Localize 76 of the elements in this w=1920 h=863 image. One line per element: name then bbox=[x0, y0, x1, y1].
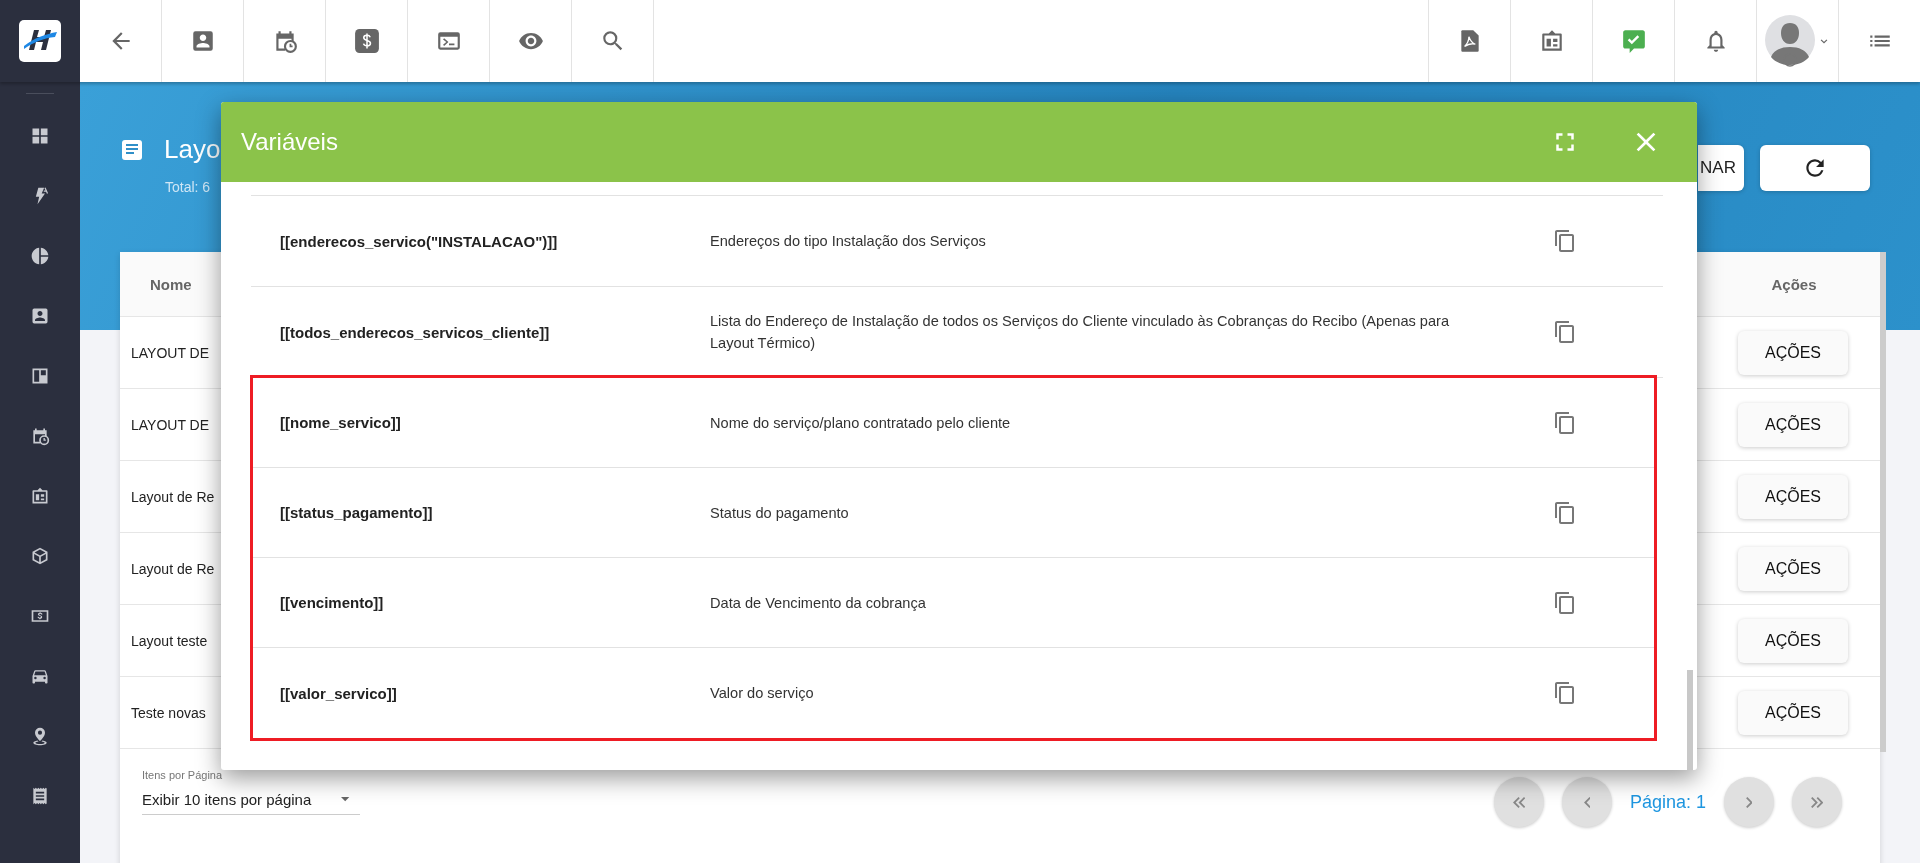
variable-description: Status do pagamento bbox=[710, 503, 850, 523]
scrollbar-thumb[interactable] bbox=[1880, 252, 1886, 752]
actions-button[interactable]: AÇÕES bbox=[1738, 474, 1848, 519]
finance-button[interactable] bbox=[326, 0, 408, 82]
board-icon bbox=[30, 366, 50, 386]
building-button[interactable] bbox=[1510, 0, 1592, 82]
table-cell-text: Layout de Re bbox=[130, 560, 215, 577]
messages-button[interactable] bbox=[1592, 0, 1674, 82]
chevron-left-icon bbox=[1583, 796, 1591, 808]
map-pin-icon bbox=[30, 726, 50, 746]
header-button[interactable]: NAR bbox=[1698, 145, 1744, 191]
double-chevron-right-icon bbox=[1810, 796, 1824, 808]
variable-name: [[todos_enderecos_servicos_cliente]] bbox=[279, 323, 551, 341]
copy-icon bbox=[1553, 410, 1577, 435]
terminal-button[interactable] bbox=[408, 0, 490, 82]
table-cell-text: Teste novas bbox=[130, 704, 206, 721]
pdf-button[interactable] bbox=[1428, 0, 1510, 82]
copy-button[interactable] bbox=[1553, 681, 1577, 705]
copy-icon bbox=[1553, 320, 1577, 344]
receipt-icon bbox=[30, 786, 50, 806]
double-chevron-left-icon bbox=[1512, 796, 1526, 808]
copy-button[interactable] bbox=[1553, 500, 1577, 525]
contact-card-icon bbox=[30, 306, 50, 326]
document-icon bbox=[120, 137, 144, 162]
copy-icon bbox=[1553, 681, 1577, 705]
copy-button[interactable] bbox=[1553, 229, 1577, 253]
copy-icon bbox=[1553, 229, 1577, 253]
table-cell-text: LAYOUT DE bbox=[130, 416, 210, 433]
column-header: Ações bbox=[1770, 275, 1818, 293]
dropdown-arrow-icon bbox=[341, 797, 350, 802]
variable-name: [[vencimento]] bbox=[279, 594, 385, 611]
copy-button[interactable] bbox=[1553, 320, 1577, 344]
calendar-clock-icon bbox=[30, 426, 50, 446]
contacts-button[interactable] bbox=[162, 0, 244, 82]
page-title: Layo bbox=[164, 134, 221, 165]
user-menu-button[interactable] bbox=[1756, 0, 1838, 82]
table-cell-text: Layout de Re bbox=[130, 488, 215, 505]
variable-name: [[enderecos_servico("INSTALACAO")]] bbox=[279, 232, 559, 250]
chevron-right-icon bbox=[1745, 796, 1753, 808]
chat-check-icon bbox=[1620, 28, 1647, 54]
actions-button[interactable]: AÇÕES bbox=[1738, 330, 1848, 375]
avatar-icon bbox=[1764, 15, 1815, 67]
cube-icon bbox=[30, 546, 50, 566]
variable-description: Lista do Endereço de Instalação de todos os Serviços do Cliente vinculado às Cobranças do Recibo (Apenas para Layout Térmico) bbox=[710, 312, 1451, 353]
total-count: Total: 6 bbox=[165, 179, 212, 195]
copy-icon bbox=[1553, 590, 1577, 615]
page-number: Página: 1 bbox=[1629, 791, 1706, 813]
logo-icon[interactable] bbox=[19, 20, 61, 62]
actions-button[interactable]: AÇÕES bbox=[1738, 402, 1848, 447]
copy-icon bbox=[1553, 500, 1577, 525]
refresh-button[interactable] bbox=[1760, 145, 1870, 191]
actions-button[interactable]: AÇÕES bbox=[1738, 546, 1848, 591]
actions-button[interactable]: AÇÕES bbox=[1738, 618, 1848, 663]
column-header: Nome bbox=[149, 275, 192, 293]
variable-description: Nome do serviço/plano contratado pelo cliente bbox=[710, 413, 1012, 433]
variable-description: Valor do serviço bbox=[710, 684, 815, 703]
dialog-title: Variáveis bbox=[241, 128, 339, 156]
building-icon bbox=[30, 486, 50, 506]
table-cell-text: LAYOUT DE bbox=[130, 344, 210, 361]
scrollbar-thumb[interactable] bbox=[1687, 670, 1693, 770]
schedule-button[interactable] bbox=[244, 0, 326, 82]
copy-button[interactable] bbox=[1553, 590, 1577, 615]
actions-button[interactable]: AÇÕES bbox=[1738, 690, 1848, 735]
variable-description: Data de Vencimento da cobrança bbox=[710, 593, 927, 613]
view-button[interactable] bbox=[490, 0, 572, 82]
variable-name: [[status_pagamento]] bbox=[279, 504, 434, 521]
dollar-icon bbox=[353, 28, 380, 54]
dashboard-grid-icon bbox=[30, 126, 50, 146]
field-label: Itens por Página bbox=[142, 769, 224, 781]
table-cell-text: Layout teste bbox=[130, 632, 208, 649]
copy-button[interactable] bbox=[1553, 410, 1577, 435]
pie-chart-icon bbox=[30, 246, 50, 266]
variable-description: Endereços do tipo Instalação dos Serviços bbox=[710, 232, 987, 251]
items-per-page-select[interactable]: Exibir 10 itens por página bbox=[142, 783, 360, 815]
variable-name: [[valor_servico]] bbox=[279, 684, 398, 702]
variable-name: [[nome_servico]] bbox=[279, 414, 402, 431]
